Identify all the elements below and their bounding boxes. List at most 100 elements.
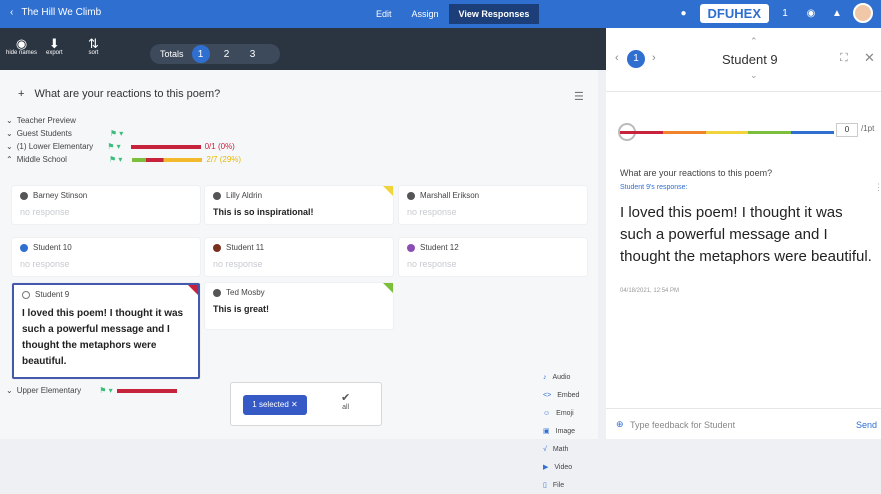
chevron-up-icon: ⌃ xyxy=(6,155,13,164)
response-card[interactable]: Student 12 no response xyxy=(399,238,587,276)
badge-icon[interactable]: 1 xyxy=(775,3,795,23)
score-input[interactable]: 0 xyxy=(836,123,858,137)
assignment-title: The Hill We Climb xyxy=(21,7,102,18)
tree-guest-students[interactable]: ⌄ Guest Students ⚑ ▾ xyxy=(6,127,241,140)
bell-icon[interactable]: ▲ xyxy=(827,3,847,23)
student-icon xyxy=(213,191,221,200)
total-2[interactable]: 2 xyxy=(218,45,236,63)
download-icon: ⬇ xyxy=(48,36,60,51)
tab-view-responses[interactable]: View Responses xyxy=(448,4,540,24)
student-number: 1 xyxy=(627,50,645,68)
embed-icon: <> xyxy=(543,391,552,399)
back-nav[interactable]: ‹ The Hill We Climb xyxy=(10,7,101,18)
more-icon[interactable]: ⋮ xyxy=(874,182,881,193)
sort-button[interactable]: ⇅ sort xyxy=(88,36,99,56)
tab-edit[interactable]: Edit xyxy=(366,4,402,24)
menu-math[interactable]: √ Math xyxy=(543,440,601,458)
top-bar: ‹ The Hill We Climb Edit Assign View Res… xyxy=(0,0,881,28)
menu-file[interactable]: ▯ File xyxy=(543,476,601,494)
student-icon xyxy=(20,191,28,200)
flag-corner xyxy=(383,283,393,293)
student-answer: I loved this poem! I thought it was such… xyxy=(620,204,872,265)
flag-icon: ⚑ ▾ xyxy=(108,155,123,164)
progress-bar xyxy=(132,157,203,162)
select-all[interactable]: ✔ all xyxy=(341,391,350,411)
attachment-menu: ♪ Audio <> Embed ☺ Emoji ▣ Image √ Math ▶ Vide… xyxy=(543,368,601,494)
list-icon[interactable]: ☰ xyxy=(574,90,584,103)
chevron-left-icon[interactable]: ‹ xyxy=(615,52,619,64)
menu-audio[interactable]: ♪ Audio xyxy=(543,368,601,386)
file-icon: ▯ xyxy=(543,482,547,489)
hide-names-button[interactable]: ◉ hide names xyxy=(6,36,37,56)
top-right: ● DFUHEX 1 ◉ ▲ xyxy=(674,3,873,23)
chevron-down-icon: ⌄ xyxy=(6,129,13,138)
sort-icon: ⇅ xyxy=(88,36,99,51)
group-tree: ⌄ Teacher Preview ⌄ Guest Students ⚑ ▾ ⌄ (1)… xyxy=(6,114,241,166)
timestamp: 04/18/2021, 12:54 PM xyxy=(620,288,680,294)
flag-icon: ⚑ ▾ xyxy=(109,129,124,138)
avatar[interactable] xyxy=(853,3,873,23)
selected-button[interactable]: 1 selected ✕ xyxy=(243,395,307,415)
feedback-input[interactable]: Type feedback for Student xyxy=(630,420,735,430)
selection-box: 1 selected ✕ ✔ all xyxy=(230,382,382,426)
chevron-left-icon[interactable]: ‹ xyxy=(10,7,13,18)
flag-icon: ⚑ ▾ xyxy=(99,386,113,395)
student-name: Student 9 xyxy=(722,52,778,67)
response-card[interactable]: Lilly Aldrin This is so inspirational! xyxy=(205,186,393,224)
response-label: Student 9's response: xyxy=(620,184,688,191)
chevron-down-icon: ⌄ xyxy=(6,142,13,151)
responses-toolbar: ◉ hide names ⬇ export ⇅ sort Totals 1 2 … xyxy=(0,28,606,70)
response-card[interactable]: Barney Stinson no response xyxy=(12,186,200,224)
flag-corner xyxy=(188,285,198,295)
score-unit: /1pt xyxy=(861,124,875,133)
add-circle-icon[interactable]: ⊕ xyxy=(616,419,624,430)
top-tabs: Edit Assign View Responses xyxy=(366,4,540,24)
close-icon[interactable]: ✕ xyxy=(864,50,875,66)
pane-question: What are your reactions to this poem? xyxy=(620,168,773,178)
student-icon xyxy=(407,191,415,200)
score-slider[interactable] xyxy=(620,131,834,134)
question-row[interactable]: + What are your reactions to this poem? xyxy=(18,88,220,100)
totals-switch[interactable]: Totals 1 2 3 xyxy=(150,44,280,64)
expand-icon[interactable]: ⛶ xyxy=(840,52,848,65)
total-3[interactable]: 3 xyxy=(244,45,262,63)
response-card[interactable]: Student 10 no response xyxy=(12,238,200,276)
eye-icon[interactable]: ● xyxy=(674,3,694,23)
mic-icon: ♪ xyxy=(543,373,547,381)
responses-main: + What are your reactions to this poem? … xyxy=(0,70,598,489)
progress-bar xyxy=(130,144,201,149)
student-icon xyxy=(213,288,221,297)
feedback-bar: ⊕ Type feedback for Student Send xyxy=(606,408,881,439)
total-1[interactable]: 1 xyxy=(191,45,210,63)
response-card[interactable]: Ted Mosby This is great! xyxy=(205,283,393,329)
menu-image[interactable]: ▣ Image xyxy=(543,422,601,440)
student-icon xyxy=(213,243,221,252)
chevron-down-icon[interactable]: ⌄ xyxy=(750,70,758,81)
chevron-up-icon[interactable]: ⌃ xyxy=(750,36,758,47)
check-circle-icon xyxy=(22,290,30,299)
scrollbar[interactable] xyxy=(598,70,606,439)
menu-emoji[interactable]: ☺ Emoji xyxy=(543,404,601,422)
tab-assign[interactable]: Assign xyxy=(402,4,449,24)
progress-bar xyxy=(116,389,177,393)
tree-middle-school[interactable]: ⌃ Middle School ⚑ ▾ 2/7 (29%) xyxy=(6,153,241,166)
tree-teacher-preview[interactable]: ⌄ Teacher Preview xyxy=(6,114,241,127)
student-icon xyxy=(407,243,415,252)
menu-embed[interactable]: <> Embed xyxy=(543,386,601,404)
eye-icon: ◉ xyxy=(15,36,28,51)
response-card[interactable]: Student 11 no response xyxy=(205,238,393,276)
response-card[interactable]: Marshall Erikson no response xyxy=(399,186,587,224)
chevron-down-icon: ⌄ xyxy=(6,386,13,395)
emoji-icon: ☺ xyxy=(543,409,551,417)
send-button[interactable]: Send xyxy=(856,420,877,430)
chevron-right-icon[interactable]: › xyxy=(652,52,656,64)
response-card-selected[interactable]: Student 9 I loved this poem! I thought i… xyxy=(12,283,200,379)
export-button[interactable]: ⬇ export xyxy=(46,36,63,56)
tree-upper-elementary[interactable]: ⌄ Upper Elementary ⚑ ▾ xyxy=(6,386,177,395)
chevron-down-icon: ⌄ xyxy=(6,116,13,125)
menu-video[interactable]: ▶ Video xyxy=(543,458,601,476)
class-code[interactable]: DFUHEX xyxy=(699,3,769,23)
tree-lower-elementary[interactable]: ⌄ (1) Lower Elementary ⚑ ▾ 0/1 (0%) xyxy=(6,140,241,153)
student-icon xyxy=(20,243,28,252)
chat-icon[interactable]: ◉ xyxy=(801,3,821,23)
